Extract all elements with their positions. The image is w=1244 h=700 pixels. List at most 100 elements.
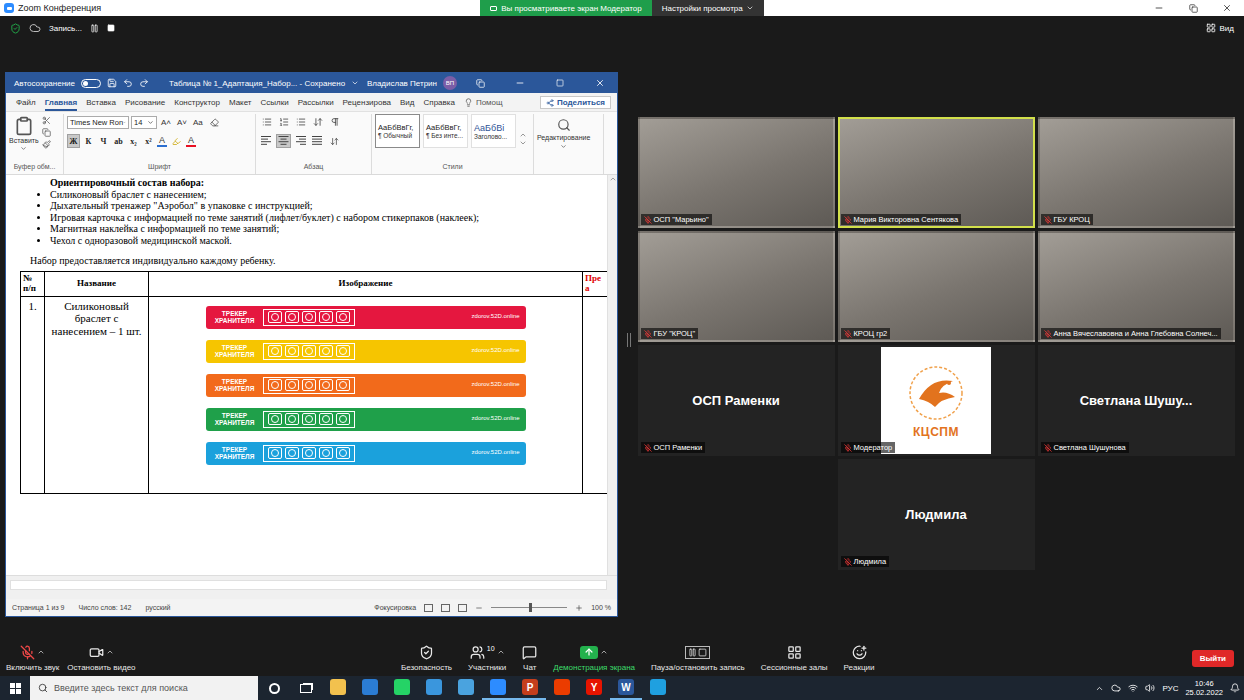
mic-button[interactable]: Включить звук bbox=[6, 644, 59, 672]
participant-tile[interactable]: ОСП РаменкиОСП Раменки bbox=[638, 345, 835, 456]
format-button[interactable]: x₂ bbox=[127, 134, 140, 148]
menu-caret-icon[interactable] bbox=[106, 648, 114, 656]
splitter[interactable] bbox=[622, 40, 636, 640]
participant-tile[interactable]: Мария Викторовна Сентякова bbox=[838, 117, 1035, 228]
editing-button[interactable]: Редактирование bbox=[537, 114, 590, 174]
bullets-button[interactable] bbox=[259, 115, 274, 129]
encryption-shield-icon[interactable] bbox=[10, 23, 21, 34]
ribbon-tab[interactable]: Ссылки bbox=[261, 98, 289, 111]
cut-icon[interactable] bbox=[42, 116, 51, 125]
taskbar-app[interactable] bbox=[642, 676, 674, 700]
chevron-down-icon[interactable] bbox=[351, 79, 359, 87]
zoom-out-icon[interactable] bbox=[475, 604, 483, 612]
line-spacing-button[interactable] bbox=[327, 134, 342, 148]
share-button[interactable]: Поделиться bbox=[540, 96, 611, 109]
format-painter-icon[interactable] bbox=[42, 140, 51, 149]
taskbar-app[interactable] bbox=[450, 676, 482, 700]
vertical-scrollbar[interactable] bbox=[607, 175, 617, 575]
ribbon-tab[interactable]: Конструктор bbox=[174, 98, 220, 111]
maximize-button[interactable] bbox=[543, 79, 577, 87]
focus-button[interactable]: Фокусировка bbox=[374, 604, 416, 611]
autosave-toggle[interactable] bbox=[81, 79, 101, 88]
taskbar-app[interactable] bbox=[322, 676, 354, 700]
undo-icon[interactable] bbox=[123, 78, 133, 88]
format-button[interactable]: К bbox=[82, 134, 95, 148]
restore-button[interactable] bbox=[1176, 0, 1210, 16]
task-view-button[interactable] bbox=[290, 676, 322, 700]
document-page[interactable]: Ориентировочный состав набора:Силиконовы… bbox=[6, 175, 607, 575]
participant-tile[interactable]: ОСП "Марьино" bbox=[638, 117, 835, 228]
participant-tile[interactable]: Анна Вячеславовна и Анна Глебовна Солнеч… bbox=[1038, 231, 1235, 342]
ribbon-tab[interactable]: Файл bbox=[16, 98, 36, 111]
zoom-slider[interactable] bbox=[491, 607, 567, 608]
show-marks-button[interactable] bbox=[327, 115, 342, 129]
taskbar-app[interactable]: Y bbox=[578, 676, 610, 700]
taskbar-app[interactable] bbox=[482, 676, 514, 700]
ribbon-tab[interactable]: Рецензирова bbox=[343, 98, 391, 111]
participant-tile[interactable]: Светлана Шушу...Светлана Шушунова bbox=[1038, 345, 1235, 456]
onedrive-icon[interactable] bbox=[1111, 683, 1121, 693]
style-option[interactable]: АаБбВіЗаголово... bbox=[471, 114, 516, 148]
document-title[interactable]: Таблица № 1_Адаптация_Набор... - Сохране… bbox=[169, 79, 345, 88]
style-option[interactable]: АаБбВвГг,¶ Без инте... bbox=[423, 114, 468, 148]
participant-tile[interactable]: ЛюдмилаЛюдмила bbox=[838, 459, 1035, 570]
ribbon-tab[interactable]: Главная bbox=[45, 98, 78, 111]
cortana-button[interactable] bbox=[258, 676, 290, 700]
ribbon-tab[interactable]: Рассылки bbox=[298, 98, 334, 111]
taskbar-app[interactable] bbox=[418, 676, 450, 700]
start-button[interactable] bbox=[0, 676, 30, 700]
font-tool-button[interactable]: Aa bbox=[191, 118, 205, 127]
taskbar-app[interactable] bbox=[354, 676, 386, 700]
clock[interactable]: 10:4625.02.2022 bbox=[1185, 679, 1223, 697]
ribbon-tab[interactable]: Вид bbox=[400, 98, 414, 111]
sort-button[interactable] bbox=[310, 115, 325, 129]
paste-button[interactable]: Вставить bbox=[9, 114, 39, 163]
participant-tile[interactable]: ГБУ КРОЦ bbox=[1038, 117, 1235, 228]
network-icon[interactable] bbox=[1128, 683, 1138, 693]
text-effects-button[interactable]: A bbox=[157, 135, 167, 147]
menu-caret-icon[interactable] bbox=[497, 648, 505, 656]
copy-icon[interactable] bbox=[42, 128, 51, 137]
input-language[interactable]: РУС bbox=[1162, 684, 1178, 693]
participant-tile[interactable]: КРОЦ гр2 bbox=[838, 231, 1035, 342]
tray-expand-icon[interactable] bbox=[1095, 684, 1104, 693]
format-button[interactable]: ab bbox=[112, 134, 125, 148]
taskbar-app[interactable]: W bbox=[610, 676, 642, 700]
font-tool-button[interactable]: A˄ bbox=[159, 118, 173, 127]
participants-button[interactable]: 10Участники bbox=[468, 644, 506, 672]
taskbar-app[interactable] bbox=[386, 676, 418, 700]
zoom-level[interactable]: 100 % bbox=[591, 604, 611, 611]
leave-button[interactable]: Выйти bbox=[1192, 650, 1234, 667]
align-button[interactable] bbox=[310, 134, 325, 148]
ribbon-display-button[interactable] bbox=[463, 79, 497, 88]
format-button[interactable]: Ч bbox=[97, 134, 110, 148]
zoom-in-icon[interactable] bbox=[575, 604, 583, 612]
user-avatar[interactable]: ВП bbox=[443, 76, 457, 90]
highlight-button[interactable] bbox=[169, 134, 184, 148]
close-button[interactable] bbox=[583, 78, 617, 88]
view-settings-button[interactable]: Настройки просмотра bbox=[652, 0, 764, 16]
ribbon-tab[interactable]: Справка bbox=[424, 98, 455, 111]
reactions-button[interactable]: Реакции bbox=[844, 644, 875, 672]
font-tool-button[interactable]: A˅ bbox=[175, 118, 189, 127]
read-mode-icon[interactable] bbox=[424, 604, 433, 612]
horizontal-scrollbar[interactable] bbox=[6, 575, 617, 599]
font-color-button[interactable]: A bbox=[186, 135, 196, 147]
view-button[interactable]: Вид bbox=[1206, 23, 1234, 33]
close-button[interactable] bbox=[1210, 0, 1244, 16]
volume-icon[interactable] bbox=[1145, 683, 1155, 693]
chat-button[interactable]: Чат bbox=[522, 644, 537, 672]
multilevel-list-button[interactable] bbox=[293, 115, 308, 129]
ribbon-tab[interactable]: Вставка bbox=[86, 98, 116, 111]
menu-caret-icon[interactable] bbox=[37, 648, 45, 656]
ribbon-tab[interactable]: Рисование bbox=[125, 98, 165, 111]
align-button[interactable] bbox=[259, 134, 274, 148]
font-size-select[interactable]: 14 bbox=[131, 116, 157, 129]
font-select[interactable]: Times New Ron bbox=[67, 116, 129, 129]
menu-caret-icon[interactable] bbox=[600, 648, 608, 656]
pause-icon[interactable] bbox=[90, 24, 99, 33]
participant-tile[interactable]: КЦСПММодератор bbox=[838, 345, 1035, 456]
participant-tile[interactable]: ГБУ "КРОЦ" bbox=[638, 231, 835, 342]
scroll-down-icon[interactable] bbox=[519, 139, 527, 147]
minimize-button[interactable] bbox=[503, 78, 537, 88]
